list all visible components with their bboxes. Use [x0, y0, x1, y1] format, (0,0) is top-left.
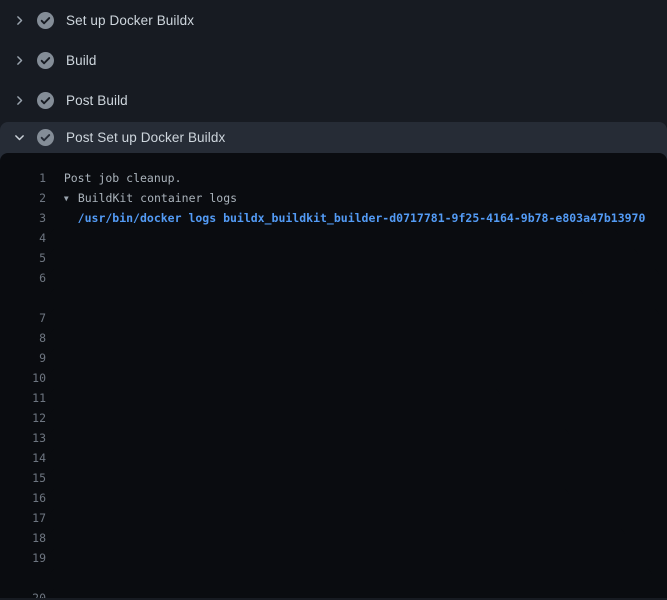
- log-row: 20 time="2021-04-23T18:02:38Z" level=debu…: [0, 588, 667, 598]
- log-row: linux/riscv64 linux/ppc64le linux/s390x …: [0, 288, 667, 308]
- line-number[interactable]: 2: [0, 188, 46, 208]
- steps-list: Set up Docker Buildx Build Post Build Po…: [0, 0, 667, 153]
- log-text: time="2021-04-23T18:02:37Z" level=info m…: [50, 228, 618, 248]
- log-text: ▼BuildKit container logs: [50, 188, 237, 208]
- line-number[interactable]: 17: [0, 508, 46, 528]
- log-row: 5time="2021-04-23T18:02:37Z" level=warni…: [0, 248, 667, 268]
- log-text: time="2021-04-23T18:02:38Z" level=debug …: [50, 408, 666, 428]
- log-row: 19time="2021-04-23T18:02:38Z" level=debu…: [0, 548, 667, 568]
- log-text: time="2021-04-23T18:02:38Z" level=debug …: [50, 468, 666, 488]
- line-number[interactable]: 12: [0, 408, 46, 428]
- log-row: 14time="2021-04-23T18:02:38Z" level=debu…: [0, 448, 667, 468]
- line-number[interactable]: 6: [0, 268, 46, 288]
- log-text: time="2021-04-23T18:02:38Z" level=debug …: [50, 488, 569, 508]
- log-row: 1Post job cleanup.: [0, 168, 667, 188]
- line-number[interactable]: 16: [0, 488, 46, 508]
- log-text: time="2021-04-23T18:02:38Z" level=debug …: [50, 428, 569, 448]
- command-text: /usr/bin/docker logs buildx_buildkit_bui…: [50, 208, 645, 228]
- step-label: Set up Docker Buildx: [66, 13, 194, 28]
- check-circle-icon: [37, 129, 54, 146]
- log-row: 12time="2021-04-23T18:02:38Z" level=debu…: [0, 408, 667, 428]
- line-number[interactable]: 10: [0, 368, 46, 388]
- log-console-wrap: 1Post job cleanup.2▼BuildKit container l…: [0, 153, 667, 598]
- line-number[interactable]: 18: [0, 528, 46, 548]
- line-number[interactable]: 19: [0, 548, 46, 568]
- log-row: 2▼BuildKit container logs: [0, 188, 667, 208]
- log-row: 8time="2021-04-23T18:02:37Z" level=info …: [0, 328, 667, 348]
- log-text: application/vnd.oci.image.index.v1+json,…: [50, 568, 652, 588]
- log-text: Post job cleanup.: [50, 168, 182, 188]
- line-number[interactable]: 4: [0, 228, 46, 248]
- log-text: time="2021-04-23T18:02:37Z" level=info m…: [50, 368, 666, 388]
- log-row: 16time="2021-04-23T18:02:38Z" level=debu…: [0, 488, 667, 508]
- log-row: application/vnd.oci.image.index.v1+json,…: [0, 568, 667, 588]
- check-circle-icon: [37, 12, 54, 29]
- chevron-right-icon: [12, 13, 26, 27]
- line-number: [0, 288, 46, 308]
- log-text: time="2021-04-23T18:02:37Z" level=warnin…: [50, 308, 659, 328]
- step-label: Post Set up Docker Buildx: [66, 130, 225, 145]
- check-circle-icon: [37, 92, 54, 109]
- chevron-down-icon: [12, 131, 26, 145]
- line-number[interactable]: 11: [0, 388, 46, 408]
- log-text: time="2021-04-23T18:02:38Z" level=debug …: [50, 528, 625, 548]
- chevron-right-icon: [12, 53, 26, 67]
- line-number[interactable]: 7: [0, 308, 46, 328]
- step-row-post-build[interactable]: Post Build: [0, 80, 667, 120]
- line-number[interactable]: 5: [0, 248, 46, 268]
- log-row: 9time="2021-04-23T18:02:37Z" level=warni…: [0, 348, 667, 368]
- log-text: time="2021-04-23T18:02:38Z" level=debug …: [50, 508, 666, 528]
- log-row: 18time="2021-04-23T18:02:38Z" level=debu…: [0, 528, 667, 548]
- log-row: 15time="2021-04-23T18:02:38Z" level=debu…: [0, 468, 667, 488]
- step-row-setup-docker-buildx[interactable]: Set up Docker Buildx: [0, 0, 667, 40]
- line-number[interactable]: 8: [0, 328, 46, 348]
- log-text: time="2021-04-23T18:02:37Z" level=info m…: [50, 328, 666, 348]
- line-number[interactable]: 3: [0, 208, 46, 228]
- log-row: 6time="2021-04-23T18:02:37Z" level=info …: [0, 268, 667, 288]
- log-text: time="2021-04-23T18:02:38Z" level=debug …: [50, 388, 500, 408]
- step-row-post-setup-docker-buildx[interactable]: Post Set up Docker Buildx: [0, 122, 667, 153]
- log-row: 4time="2021-04-23T18:02:37Z" level=info …: [0, 228, 667, 248]
- step-label: Post Build: [66, 93, 128, 108]
- log-text: time="2021-04-23T18:02:37Z" level=info m…: [50, 268, 659, 288]
- line-number[interactable]: 20: [0, 588, 46, 598]
- line-number: [0, 568, 46, 588]
- line-number[interactable]: 1: [0, 168, 46, 188]
- line-number[interactable]: 14: [0, 448, 46, 468]
- step-label: Build: [66, 53, 97, 68]
- log-console: 1Post job cleanup.2▼BuildKit container l…: [0, 153, 667, 598]
- line-number[interactable]: 9: [0, 348, 46, 368]
- log-text: time="2021-04-23T18:02:37Z" level=warnin…: [50, 348, 666, 368]
- log-row: 17time="2021-04-23T18:02:38Z" level=debu…: [0, 508, 667, 528]
- log-text: time="2021-04-23T18:02:38Z" level=debug …: [50, 588, 666, 598]
- log-text: time="2021-04-23T18:02:38Z" level=debug …: [50, 448, 666, 468]
- log-text: time="2021-04-23T18:02:37Z" level=warnin…: [50, 248, 638, 268]
- chevron-right-icon: [12, 93, 26, 107]
- log-text: time="2021-04-23T18:02:38Z" level=debug …: [50, 548, 666, 568]
- group-toggle-icon[interactable]: ▼: [64, 189, 78, 209]
- line-number[interactable]: 13: [0, 428, 46, 448]
- log-row: 3/usr/bin/docker logs buildx_buildkit_bu…: [0, 208, 667, 228]
- log-lines: 1Post job cleanup.2▼BuildKit container l…: [0, 168, 667, 598]
- line-number[interactable]: 15: [0, 468, 46, 488]
- step-row-build[interactable]: Build: [0, 40, 667, 80]
- log-row: 13time="2021-04-23T18:02:38Z" level=debu…: [0, 428, 667, 448]
- log-text: linux/riscv64 linux/ppc64le linux/s390x …: [50, 288, 583, 308]
- check-circle-icon: [37, 52, 54, 69]
- log-row: 11time="2021-04-23T18:02:38Z" level=debu…: [0, 388, 667, 408]
- log-row: 10time="2021-04-23T18:02:37Z" level=info…: [0, 368, 667, 388]
- log-row: 7time="2021-04-23T18:02:37Z" level=warni…: [0, 308, 667, 328]
